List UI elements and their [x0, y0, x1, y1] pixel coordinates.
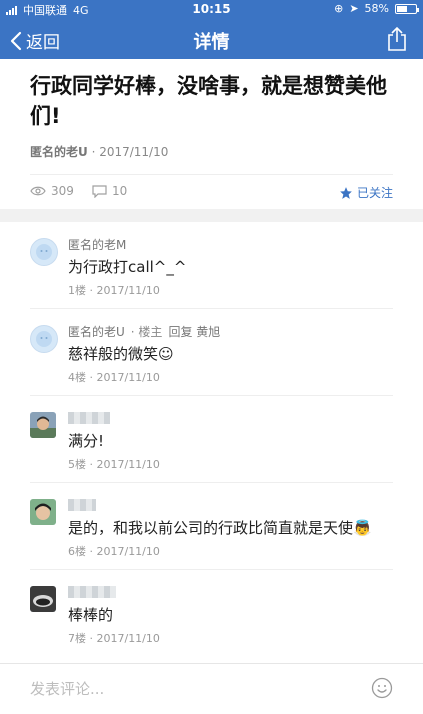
comments-count: 10: [92, 184, 127, 198]
comment-meta: 6楼 · 2017/11/10: [68, 545, 160, 558]
battery-percent: 58%: [364, 2, 389, 15]
comment-text: 为行政打call^_^: [68, 258, 187, 276]
comments-list: 匿名的老M 为行政打call^_^ 1楼 · 2017/11/10 匿名的老U ·…: [0, 222, 423, 657]
views-number: 309: [51, 184, 74, 198]
comment-icon: [92, 184, 107, 198]
list-item[interactable]: 匿名的老U · 楼主 回复 黄旭 慈祥般的微笑☺ 4楼 · 2017/11/10: [0, 309, 423, 396]
nav-bar: 返回 详情: [0, 20, 423, 59]
commenter-name-text: 匿名的老M: [68, 238, 127, 252]
lock-rotation-icon: ⊕: [334, 2, 344, 15]
commenter-name: [68, 584, 116, 598]
follow-button[interactable]: 已关注: [339, 184, 393, 201]
avatar[interactable]: [30, 499, 56, 525]
comment-meta: 7楼 · 2017/11/10: [68, 632, 160, 645]
comment-text: 满分!: [68, 432, 105, 450]
commenter-name: [68, 497, 96, 511]
post-author: 匿名的老U: [30, 145, 88, 159]
comment-meta: 5楼 · 2017/11/10: [68, 458, 160, 471]
avatar[interactable]: [30, 238, 58, 266]
anonymous-avatar-icon: [36, 331, 52, 347]
post-card: 行政同学好棒，没啥事，就是想赞美他们! 匿名的老U · 2017/11/10 3…: [0, 59, 423, 209]
post-stats: 309 10 已关注: [30, 184, 393, 204]
comment-input[interactable]: 发表评论...: [30, 678, 104, 699]
divider: [30, 174, 393, 175]
comment-meta: 4楼 · 2017/11/10: [68, 371, 160, 384]
battery-icon: [395, 3, 419, 14]
comment-meta: 1楼 · 2017/11/10: [68, 284, 160, 297]
user-photo-avatar: [30, 586, 56, 612]
share-icon[interactable]: [385, 26, 409, 52]
blurred-name: [68, 411, 110, 424]
avatar[interactable]: [30, 325, 58, 353]
comment-text: 慈祥般的微笑☺: [68, 345, 174, 363]
reply-target[interactable]: 回复 黄旭: [168, 325, 220, 339]
commenter-name: [68, 410, 110, 424]
comment-text: 棒棒的: [68, 606, 114, 624]
anonymous-avatar-icon: [36, 244, 52, 260]
blurred-name: [68, 498, 96, 511]
section-gap: [0, 209, 423, 222]
list-item[interactable]: 是的，和我以前公司的行政比简直就是天使👼 6楼 · 2017/11/10: [0, 483, 423, 570]
user-photo-avatar: [30, 499, 56, 525]
comment-text: 是的，和我以前公司的行政比简直就是天使👼: [68, 519, 372, 537]
comments-number: 10: [112, 184, 128, 198]
status-bar: 中国联通 4G 10:15 ⊕ ➤ 58%: [0, 0, 423, 20]
views-count: 309: [30, 184, 74, 198]
follow-label: 已关注: [356, 186, 393, 200]
commenter-name: 匿名的老U · 楼主 回复 黄旭: [68, 323, 220, 340]
list-item[interactable]: 棒棒的 7楼 · 2017/11/10: [0, 570, 423, 657]
post-title: 行政同学好棒，没啥事，就是想赞美他们!: [30, 74, 387, 128]
commenter-name-text: 匿名的老U: [68, 325, 125, 339]
op-tag: · 楼主: [130, 325, 163, 339]
post-meta: 匿名的老U · 2017/11/10: [30, 143, 168, 160]
comment-bar: 发表评论...: [0, 663, 423, 714]
user-photo-avatar: [30, 412, 56, 438]
commenter-name: 匿名的老M: [68, 236, 126, 253]
list-item[interactable]: 满分! 5楼 · 2017/11/10: [0, 396, 423, 483]
eye-icon: [30, 186, 46, 196]
avatar[interactable]: [30, 412, 56, 438]
blurred-name: [68, 585, 116, 598]
star-icon: [340, 186, 352, 199]
emoji-icon[interactable]: [371, 677, 393, 699]
location-icon: ➤: [349, 2, 359, 15]
post-date: · 2017/11/10: [91, 145, 169, 159]
status-right: ⊕ ➤ 58%: [334, 2, 419, 15]
page-title: 详情: [193, 32, 230, 53]
avatar[interactable]: [30, 586, 56, 612]
list-item[interactable]: 匿名的老M 为行政打call^_^ 1楼 · 2017/11/10: [0, 222, 423, 309]
